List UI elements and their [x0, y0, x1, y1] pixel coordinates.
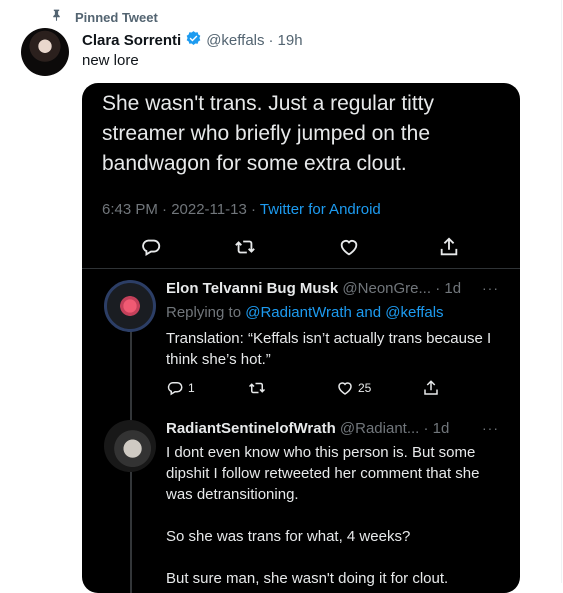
reply-header: Elon Telvanni Bug Musk @NeonGre... · 1d	[166, 280, 461, 297]
replying-prefix: Replying to	[166, 304, 246, 321]
screenshot-timestamp: 6:43 PM · 2022-11-13 ·	[102, 201, 260, 218]
tweet-text: new lore	[82, 52, 139, 69]
reply-text: But sure man, she wasn't doing it for cl…	[166, 570, 449, 587]
screenshot-tweet-text: She wasn't trans. Just a regular titty s…	[102, 92, 434, 175]
reply-author-handle: @Radiant...	[339, 420, 420, 437]
reply-mentions: @RadiantWrath and @keffals	[245, 304, 444, 321]
reply-count-group: 1	[166, 379, 195, 397]
share-icon	[438, 236, 460, 258]
avatar	[104, 420, 156, 472]
author-handle[interactable]: @keffals	[206, 32, 264, 49]
retweet-icon	[234, 236, 256, 258]
reply-author-handle: @NeonGre...	[342, 280, 432, 297]
reply-header: RadiantSentinelofWrath @Radiant... · 1d	[166, 420, 449, 437]
verified-badge-icon	[185, 30, 202, 51]
avatar	[104, 280, 156, 332]
reply-icon	[167, 382, 183, 396]
screenshot-action-bar	[82, 236, 520, 260]
share-icon	[422, 379, 440, 397]
like-count: 25	[358, 381, 372, 395]
pinned-indicator: Pinned Tweet	[50, 8, 158, 26]
reply-text: I dont even know who this person is. But…	[166, 444, 480, 503]
reply-text: Translation: “Keffals isn’t actually tra…	[166, 330, 492, 368]
tweet-time[interactable]: 19h	[278, 32, 303, 49]
reply-author-name: RadiantSentinelofWrath	[166, 420, 336, 437]
pinned-label: Pinned Tweet	[75, 9, 158, 25]
avatar[interactable]	[21, 28, 69, 76]
reply-author-name: Elon Telvanni Bug Musk	[166, 280, 339, 297]
pin-icon	[50, 8, 63, 26]
replying-to: Replying to @RadiantWrath and @keffals	[166, 304, 444, 321]
divider	[82, 268, 520, 269]
like-count-group: 25	[336, 379, 371, 397]
author-name[interactable]: Clara Sorrenti	[82, 32, 181, 49]
attached-image[interactable]: She wasn't trans. Just a regular titty s…	[82, 83, 520, 593]
thread-line	[130, 330, 132, 422]
retweet-icon	[248, 379, 266, 397]
like-icon	[338, 382, 352, 395]
separator-dot: ·	[268, 32, 274, 49]
more-icon: ···	[482, 280, 499, 296]
reply-text: So she was trans for what, 4 weeks?	[166, 528, 411, 545]
reply-time: · 1d	[435, 280, 462, 297]
more-icon: ···	[482, 420, 499, 436]
screenshot-meta: 6:43 PM · 2022-11-13 · Twitter for Andro…	[102, 201, 381, 218]
thread-line	[130, 472, 132, 593]
reply-action-bar: 1 25	[166, 379, 466, 399]
screenshot-source: Twitter for Android	[259, 201, 381, 218]
reply-count: 1	[188, 381, 195, 395]
reply-time: · 1d	[423, 420, 450, 437]
reply-icon	[140, 236, 162, 258]
tweet-header: Clara Sorrenti @keffals · 19h	[82, 30, 303, 51]
like-icon	[338, 236, 360, 258]
